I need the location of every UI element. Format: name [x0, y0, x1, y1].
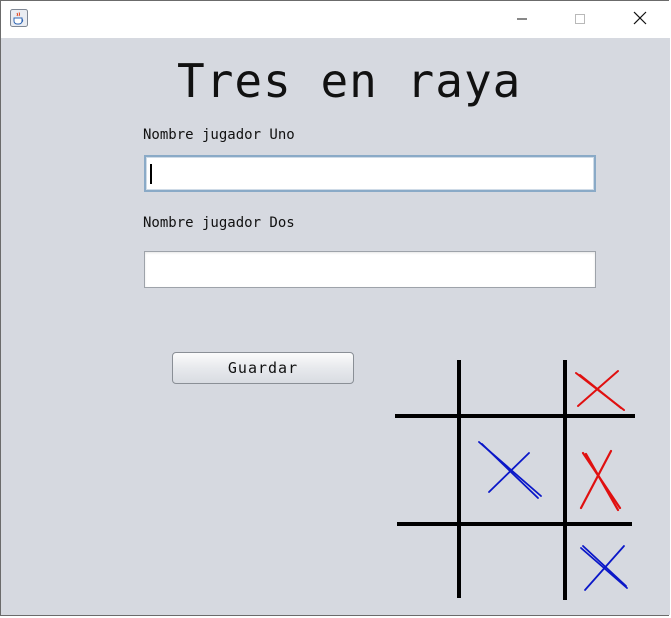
java-cup-icon[interactable]	[10, 9, 28, 27]
main-panel: Tres en raya Nombre jugador Uno Nombre j…	[1, 38, 670, 615]
text-caret	[150, 164, 152, 184]
close-icon	[633, 10, 647, 29]
x-mark	[580, 545, 628, 591]
app-window: Tres en raya Nombre jugador Uno Nombre j…	[0, 0, 670, 616]
minimize-icon	[516, 10, 528, 29]
maximize-button[interactable]	[551, 1, 609, 38]
title-bar[interactable]	[1, 1, 670, 38]
player-two-label: Nombre jugador Dos	[143, 215, 295, 231]
tic-tac-toe-board-image	[393, 358, 639, 603]
maximize-icon	[574, 10, 586, 29]
minimize-button[interactable]	[493, 1, 551, 38]
save-button[interactable]: Guardar	[172, 352, 354, 384]
page-title: Tres en raya	[177, 54, 522, 108]
player-one-name-input[interactable]	[144, 155, 596, 192]
player-one-label: Nombre jugador Uno	[143, 127, 295, 143]
player-two-name-input[interactable]	[144, 251, 596, 288]
x-mark	[575, 370, 625, 411]
x-mark	[579, 449, 622, 512]
x-mark	[478, 441, 542, 499]
close-button[interactable]	[611, 1, 669, 38]
